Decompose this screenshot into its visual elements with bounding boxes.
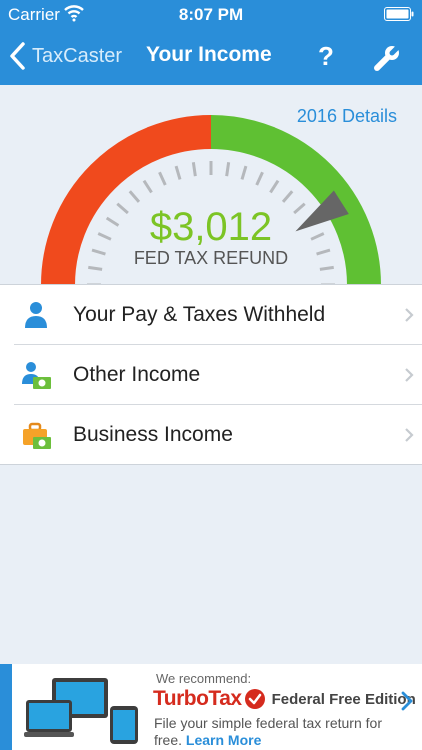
gauge-tick (128, 190, 141, 203)
chevron-right-icon (405, 428, 414, 442)
menu-item-label: Business Income (73, 423, 233, 446)
gauge-tick (191, 162, 197, 177)
ad-edition: Federal Free Edition (271, 690, 416, 708)
turbotax-logo: TurboTax (153, 687, 242, 710)
refund-amount: $3,012 (149, 205, 273, 249)
gauge-tick (255, 171, 264, 186)
person-money-icon (22, 362, 51, 389)
menu-item-pay-taxes[interactable]: Your Pay & Taxes Withheld (0, 285, 422, 344)
ad-brand-row: TurboTax Federal Free Edition (153, 687, 416, 711)
gauge-tick (225, 162, 231, 177)
checkmark-icon (244, 689, 265, 709)
turbotax-ad-banner[interactable]: We recommend: TurboTax Federal Free Edit… (0, 664, 422, 750)
clock: 8:07 PM (178, 5, 244, 24)
menu-item-other-income[interactable]: Other Income (14, 344, 422, 404)
chevron-right-icon (405, 368, 414, 382)
ad-recommend-label: We recommend: (156, 671, 252, 686)
learn-more-link[interactable]: Learn More (186, 732, 261, 748)
gauge-tick (281, 190, 294, 203)
chevron-left-icon (10, 42, 25, 70)
chevron-right-icon (405, 308, 414, 322)
devices-icon (24, 678, 138, 744)
back-button[interactable]: TaxCaster (8, 41, 122, 71)
battery-icon (384, 7, 414, 21)
menu-item-label: Other Income (73, 363, 201, 386)
briefcase-money-icon (23, 422, 51, 449)
back-label: TaxCaster (32, 44, 123, 67)
person-icon (25, 302, 47, 328)
refund-label: FED TAX REFUND (133, 248, 289, 268)
menu-item-label: Your Pay & Taxes Withheld (73, 303, 326, 326)
status-bar: Carrier 8:07 PM (0, 0, 422, 28)
chevron-right-icon (401, 691, 413, 711)
wrench-icon[interactable] (372, 43, 402, 73)
menu-item-business-income[interactable]: Business Income (14, 404, 422, 464)
gauge-tick (240, 165, 248, 180)
help-button[interactable]: ? (318, 41, 334, 72)
gauge-tick (158, 171, 167, 186)
ad-accent-bar (0, 664, 12, 750)
income-menu: Your Pay & Taxes Withheld Other Income B… (0, 284, 422, 465)
nav-bar: TaxCaster Your Income ? (0, 28, 422, 85)
gauge-tick (142, 179, 153, 194)
ad-tagline: File your simple federal tax return for … (154, 715, 399, 749)
page-title: Your Income (146, 43, 272, 66)
gauge-tick (269, 179, 280, 194)
gauge-tick (174, 165, 182, 180)
